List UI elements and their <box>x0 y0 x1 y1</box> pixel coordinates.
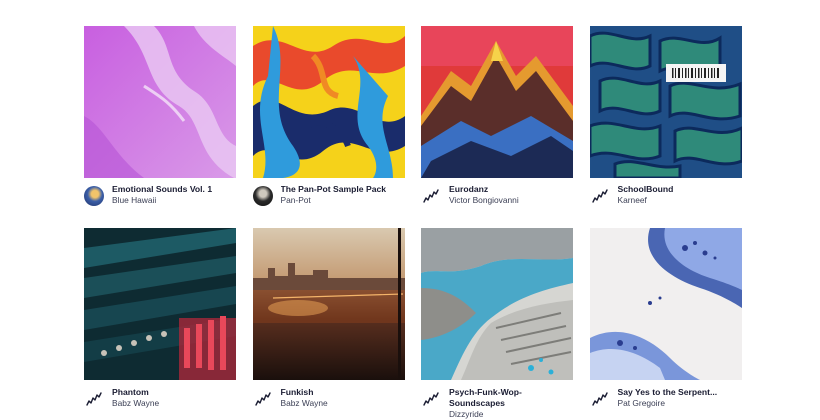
pack-title[interactable]: Phantom <box>112 387 159 398</box>
pack-cover-image[interactable] <box>252 228 405 380</box>
pack-card-phantom[interactable]: Phantom Babz Wayne <box>84 228 236 418</box>
pack-cover-image[interactable] <box>84 228 236 380</box>
pack-cover-image[interactable] <box>421 26 573 178</box>
waveform-icon <box>590 389 610 409</box>
waveform-icon <box>421 389 441 409</box>
pack-card-funkish[interactable]: Funkish Babz Wayne <box>252 228 405 418</box>
pack-artist[interactable]: Dizzyride <box>449 409 559 420</box>
pack-title[interactable]: Psych-Funk-Wop-Soundscapes <box>449 387 559 409</box>
pack-cover-image[interactable] <box>84 26 236 178</box>
pack-cover-image[interactable] <box>589 26 742 178</box>
pack-title[interactable]: SchoolBound <box>618 184 674 195</box>
pack-title[interactable]: Funkish <box>281 387 328 398</box>
pack-title[interactable]: Emotional Sounds Vol. 1 <box>112 184 212 195</box>
pack-card-pan-pot[interactable]: The Pan-Pot Sample Pack Pan-Pot <box>252 26 405 228</box>
waveform-icon <box>590 186 610 206</box>
waveform-icon <box>253 389 273 409</box>
pack-card-eurodanz[interactable]: Eurodanz Victor Bongiovanni <box>421 26 573 228</box>
pack-artist[interactable]: Babz Wayne <box>281 398 328 409</box>
waveform-icon <box>84 389 104 409</box>
pack-card-say-yes[interactable]: Say Yes to the Serpent... Pat Gregoire <box>589 228 742 418</box>
pack-card-emotional-sounds[interactable]: Emotional Sounds Vol. 1 Blue Hawaii <box>84 26 236 228</box>
pack-cover-image[interactable] <box>252 26 405 178</box>
pack-artist[interactable]: Pat Gregoire <box>618 398 718 409</box>
pack-title[interactable]: Eurodanz <box>449 184 519 195</box>
pack-cover-image[interactable] <box>421 228 573 380</box>
pack-artist[interactable]: Karneef <box>618 195 674 206</box>
artist-avatar[interactable] <box>252 186 273 206</box>
pack-card-schoolbound[interactable]: SchoolBound Karneef <box>589 26 742 228</box>
pack-card-psych-funk[interactable]: Psych-Funk-Wop-Soundscapes Dizzyride <box>421 228 573 420</box>
pack-artist[interactable]: Victor Bongiovanni <box>449 195 519 206</box>
pack-artist[interactable]: Babz Wayne <box>112 398 159 409</box>
pack-artist[interactable]: Blue Hawaii <box>112 195 212 206</box>
pack-artist[interactable]: Pan-Pot <box>281 195 387 206</box>
waveform-icon <box>421 186 441 206</box>
pack-cover-image[interactable] <box>589 228 742 380</box>
pack-title[interactable]: Say Yes to the Serpent... <box>618 387 718 398</box>
pack-title[interactable]: The Pan-Pot Sample Pack <box>281 184 387 195</box>
sample-pack-grid: Emotional Sounds Vol. 1 Blue Hawaii The … <box>84 26 742 420</box>
artist-avatar[interactable] <box>84 186 104 206</box>
